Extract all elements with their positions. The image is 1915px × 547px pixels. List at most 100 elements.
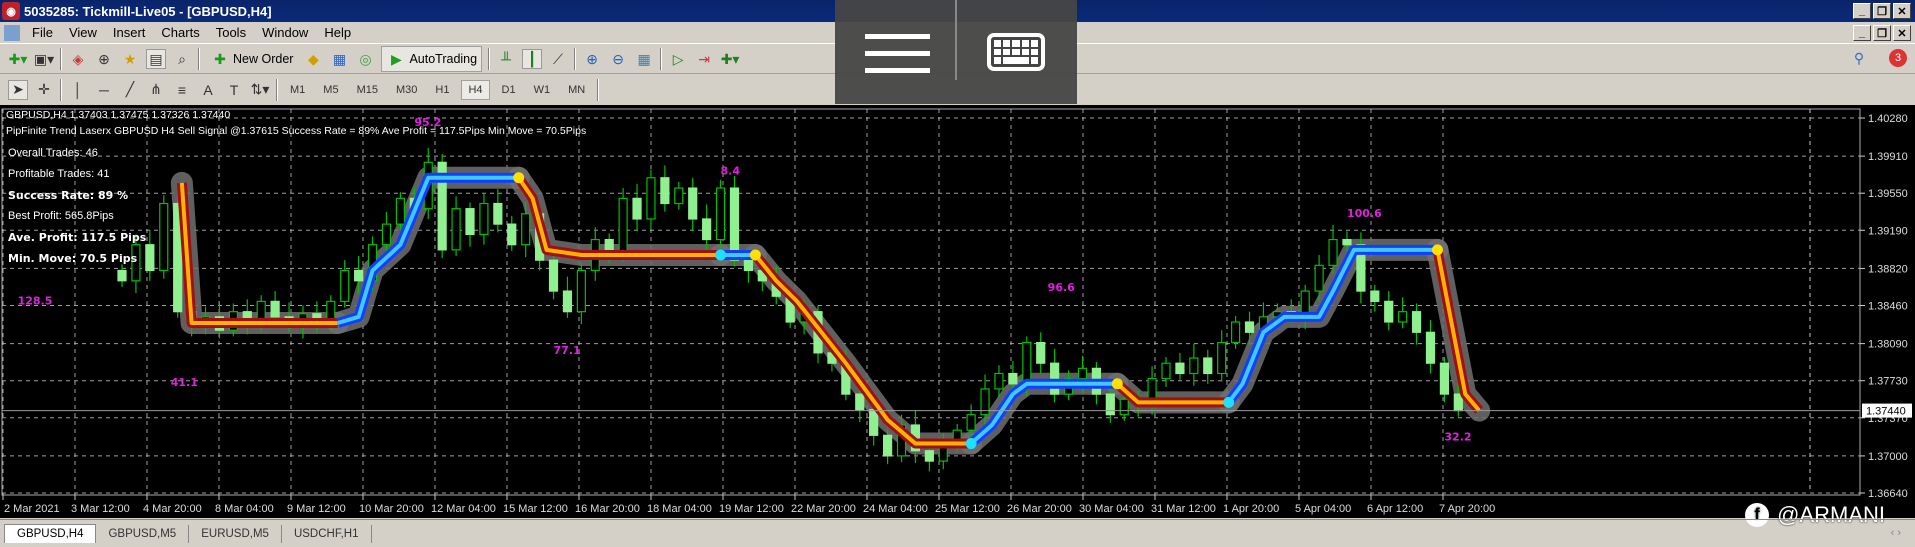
candle-body (715, 187, 726, 241)
menu-icon[interactable] (865, 34, 930, 39)
fibonacci-retracement-icon[interactable]: ≡ (172, 80, 192, 100)
text-label-icon[interactable]: T (224, 80, 244, 100)
chart-tabs: GBPUSD,H4 GBPUSD,M5 EURUSD,M5 USDCHF,H1 … (0, 519, 1915, 543)
buy-signal-dot (715, 249, 727, 261)
tab-usdchf-h1[interactable]: USDCHF,H1 (282, 525, 372, 543)
tab-eurusd-m5[interactable]: EURUSD,M5 (189, 525, 282, 543)
minimize-button[interactable]: _ (1853, 3, 1871, 19)
candle (437, 154, 447, 259)
new-order-button[interactable]: ✚ New Order (206, 47, 297, 71)
sell-signal-dot (1431, 244, 1443, 256)
menu-window[interactable]: Window (254, 25, 316, 40)
candle-body (618, 197, 628, 256)
tile-windows-icon[interactable]: ▦ (634, 49, 654, 69)
text-icon[interactable]: A (198, 80, 218, 100)
vertical-line-icon[interactable]: │ (68, 80, 88, 100)
autotrading-icon: ▶ (391, 50, 402, 67)
toolbar-separator (198, 48, 200, 70)
menu-charts[interactable]: Charts (153, 25, 207, 40)
candle (1398, 297, 1408, 329)
timeframe-m5[interactable]: M5 (317, 81, 344, 99)
options-icon[interactable]: ▦ (329, 49, 349, 69)
line-chart-icon[interactable]: ⟋ (548, 49, 568, 69)
stat-line: Min. Move: 70.5 Pips (8, 252, 138, 265)
tab-scroll-arrows[interactable]: ‹ › (1891, 527, 1901, 539)
timeframe-h1[interactable]: H1 (429, 81, 455, 99)
candlestick-chart-icon[interactable]: ┃ (522, 49, 543, 69)
restore-button[interactable]: ❐ (1873, 3, 1891, 19)
candle-body (702, 218, 712, 241)
menu-icon-bar (865, 68, 930, 73)
price-tick-label: 1.38460 (1868, 301, 1908, 313)
time-tick-label: 7 Apr 20:00 (1439, 503, 1495, 515)
time-tick-label: 3 Mar 12:00 (71, 503, 130, 515)
current-price-label: 1.37440 (1866, 406, 1906, 418)
candle (493, 189, 503, 233)
chart-minimize-button[interactable]: _ (1853, 25, 1871, 41)
zoom-out-icon[interactable]: ⊖ (608, 49, 628, 69)
candle (1439, 357, 1450, 403)
profit-annotation: 77.1 (554, 344, 581, 357)
timeframe-m15[interactable]: M15 (351, 81, 384, 99)
keyboard-icon[interactable] (987, 33, 1045, 71)
horizontal-line-icon[interactable]: ─ (94, 80, 114, 100)
timeframe-m30[interactable]: M30 (390, 81, 423, 99)
data-window-icon[interactable]: ⊕ (94, 49, 114, 69)
trendline-icon[interactable]: ╱ (120, 80, 140, 100)
metaeditor-icon[interactable]: ◆ (303, 49, 323, 69)
chart-restore-button[interactable]: ❐ (1873, 25, 1891, 41)
timeframe-w1[interactable]: W1 (528, 81, 557, 99)
candle-body (729, 187, 740, 261)
signals-icon[interactable]: ◎ (355, 49, 375, 69)
chart-close-button[interactable]: ✕ (1893, 25, 1911, 41)
menu-tools[interactable]: Tools (208, 25, 254, 40)
fibonacci-fan-icon[interactable]: ⋔ (146, 80, 166, 100)
price-chart[interactable]: 1.40280 1.39910 1.39550 1.39190 1.38820 1.384… (0, 105, 1915, 518)
close-button[interactable]: ✕ (1893, 3, 1911, 19)
candle-body (562, 290, 573, 313)
candle-body (395, 197, 405, 225)
candle (702, 204, 712, 250)
candle-body (994, 372, 1004, 390)
menu-help[interactable]: Help (316, 25, 359, 40)
candle-body (1425, 331, 1436, 364)
menu-file[interactable]: File (24, 25, 61, 40)
cursor-icon[interactable]: ➤ (8, 79, 28, 100)
indicators-icon[interactable]: ✚▾ (720, 49, 740, 69)
market-watch-icon[interactable]: ◈ (68, 49, 88, 69)
tab-gbpusd-m5[interactable]: GBPUSD,M5 (96, 525, 190, 543)
menu-view[interactable]: View (61, 25, 105, 40)
candle-body (1342, 238, 1352, 246)
auto-scroll-icon[interactable]: ▷ (668, 49, 688, 69)
time-tick-label: 2 Mar 2021 (4, 503, 60, 515)
autotrading-button[interactable]: ▶ AutoTrading (381, 46, 483, 72)
profit-annotation: 41.1 (171, 376, 198, 389)
timeframe-d1[interactable]: D1 (496, 81, 522, 99)
arrows-icon[interactable]: ⇅▾ (250, 80, 270, 100)
candle-body (270, 300, 280, 318)
navigator-icon[interactable]: ★ (120, 49, 140, 69)
timeframe-mn[interactable]: MN (562, 81, 591, 99)
search-icon[interactable]: ⚲ (1849, 48, 1869, 68)
timeframe-m1[interactable]: M1 (284, 81, 311, 99)
candle-body (1077, 367, 1088, 380)
zoom-in-icon[interactable]: ⊕ (582, 49, 602, 69)
crosshair-icon[interactable]: ✛ (34, 80, 54, 100)
toolbar-separator (276, 78, 278, 101)
timeframe-h4[interactable]: H4 (461, 79, 490, 100)
time-tick-label: 19 Mar 12:00 (719, 503, 784, 515)
strategy-tester-icon[interactable]: ⌕ (172, 49, 192, 69)
candle (1411, 303, 1422, 345)
profiles-icon[interactable]: ▣▾ (34, 49, 54, 69)
menu-insert[interactable]: Insert (105, 25, 154, 40)
new-chart-icon[interactable]: ✚▾ (8, 49, 28, 69)
terminal-icon[interactable]: ▤ (146, 49, 166, 69)
notifications-badge[interactable]: 3 (1889, 49, 1907, 67)
candle-body (479, 202, 489, 236)
bar-chart-icon[interactable]: ╨ (496, 49, 516, 69)
chart-shift-icon[interactable]: ⇥ (694, 49, 714, 69)
chart-header: GBPUSD,H4 1.37403 1.37475 1.37326 1.3744… (6, 109, 231, 121)
candle-body (117, 269, 127, 282)
candle-body (1328, 238, 1338, 266)
tab-gbpusd-h4[interactable]: GBPUSD,H4 (4, 524, 97, 543)
